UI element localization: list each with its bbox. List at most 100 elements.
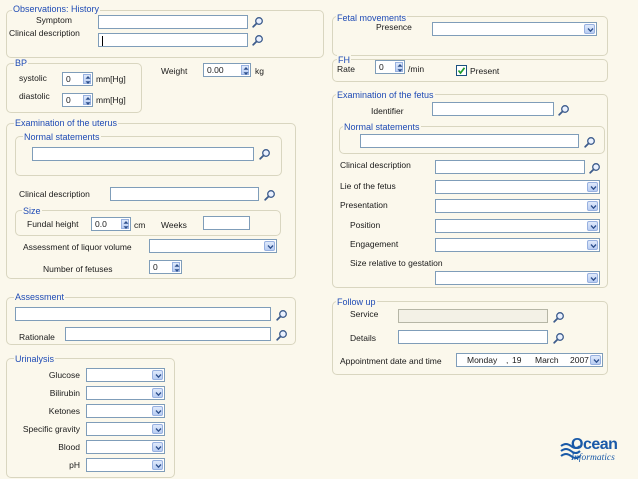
service-input[interactable] — [398, 309, 548, 323]
chevron-down-icon[interactable] — [152, 460, 163, 470]
clinical-description-label: Clinical description — [9, 28, 80, 38]
appointment-datetime-picker[interactable]: Monday , 19 March 2007 — [456, 353, 603, 367]
rate-unit: /min — [408, 64, 425, 74]
liquor-volume-label: Assessment of liquor volume — [23, 242, 132, 252]
symptom-input[interactable] — [98, 15, 248, 29]
details-input[interactable] — [398, 330, 548, 344]
assessment-title: Assessment — [14, 292, 66, 302]
number-of-fetuses-spin-icon[interactable] — [172, 262, 180, 272]
assessment-search-icon[interactable] — [276, 309, 288, 321]
presentation-select[interactable] — [435, 199, 600, 213]
urinalysis-select[interactable] — [86, 386, 165, 400]
uterus-title: Examination of the uterus — [14, 118, 119, 128]
size-relative-select[interactable] — [435, 271, 600, 285]
uterus-clinical-search-icon[interactable] — [264, 189, 276, 201]
fetus-title: Examination of the fetus — [336, 90, 435, 100]
chevron-down-icon[interactable] — [152, 370, 163, 380]
chevron-down-icon[interactable] — [264, 241, 275, 251]
weight-spin-icon[interactable] — [241, 65, 249, 75]
fetus-clinical-input[interactable] — [435, 160, 585, 174]
number-of-fetuses-stepper[interactable]: 0 — [149, 260, 182, 274]
rate-spin-icon[interactable] — [395, 62, 403, 72]
uterus-normal-input[interactable] — [32, 147, 254, 161]
fundal-height-spin-icon[interactable] — [121, 219, 129, 229]
diastolic-unit: mm[Hg] — [96, 95, 126, 105]
urinalysis-select[interactable] — [86, 440, 165, 454]
rationale-input[interactable] — [65, 327, 271, 341]
urinalysis-select[interactable] — [86, 458, 165, 472]
presentation-label: Presentation — [340, 200, 388, 210]
fetus-normal-input[interactable] — [360, 134, 579, 148]
chevron-down-icon[interactable] — [584, 24, 595, 34]
clinical-description-search-icon[interactable] — [252, 34, 264, 46]
clinical-description-input[interactable] — [98, 33, 248, 47]
urinalysis-select[interactable] — [86, 368, 165, 382]
fetus-normal-title: Normal statements — [343, 122, 421, 132]
identifier-input[interactable] — [432, 102, 554, 116]
presence-select[interactable] — [432, 22, 597, 36]
urinalysis-label: pH — [69, 460, 80, 470]
engagement-select[interactable] — [435, 238, 600, 252]
symptom-search-icon[interactable] — [252, 16, 264, 28]
uterus-normal-search-icon[interactable] — [259, 148, 271, 160]
details-label: Details — [350, 333, 376, 343]
systolic-stepper[interactable]: 0 — [62, 72, 93, 86]
calendar-dropdown-icon[interactable] — [590, 355, 601, 365]
details-search-icon[interactable] — [553, 332, 565, 344]
chevron-down-icon[interactable] — [587, 273, 598, 283]
position-select[interactable] — [435, 219, 600, 233]
lie-of-fetus-select[interactable] — [435, 180, 600, 194]
chevron-down-icon[interactable] — [152, 406, 163, 416]
position-label: Position — [350, 220, 381, 230]
urinalysis-label: Bilirubin — [49, 388, 80, 398]
rationale-label: Rationale — [19, 332, 55, 342]
bp-title: BP — [14, 58, 29, 68]
diastolic-spin-icon[interactable] — [83, 95, 91, 105]
fetus-normal-search-icon[interactable] — [584, 136, 596, 148]
ocean-informatics-logo: Ocean Informatics — [559, 437, 631, 467]
chevron-down-icon[interactable] — [587, 201, 598, 211]
weight-stepper[interactable]: 0.00 — [203, 63, 251, 77]
chevron-down-icon[interactable] — [587, 221, 598, 231]
rate-stepper[interactable]: 0 — [375, 60, 405, 74]
diastolic-stepper[interactable]: 0 — [62, 93, 93, 107]
chevron-down-icon[interactable] — [587, 182, 598, 192]
present-label: Present — [470, 66, 500, 76]
chevron-down-icon[interactable] — [152, 442, 163, 452]
appointment-day[interactable]: Monday — [467, 354, 497, 366]
appointment-separator: , — [506, 355, 509, 365]
checkmark-icon — [457, 67, 466, 75]
fundal-height-label: Fundal height — [27, 219, 79, 229]
lie-of-fetus-label: Lie of the fetus — [340, 181, 396, 191]
liquor-volume-select[interactable] — [149, 239, 277, 253]
logo-wordmark: Ocean — [571, 436, 618, 453]
appointment-month[interactable]: March — [535, 354, 559, 366]
service-search-icon[interactable] — [553, 311, 565, 323]
chevron-down-icon[interactable] — [152, 424, 163, 434]
urinalysis-label: Glucose — [48, 370, 80, 380]
observations-history-title: Observations: History — [12, 4, 101, 14]
urinalysis-select[interactable] — [86, 422, 165, 436]
urinalysis-select[interactable] — [86, 404, 165, 418]
urinalysis-label: Specific gravity — [22, 424, 80, 434]
fundal-height-unit: cm — [134, 220, 146, 230]
present-checkbox[interactable] — [456, 65, 467, 76]
fetus-clinical-label: Clinical description — [340, 160, 411, 170]
diastolic-label: diastolic — [19, 91, 50, 101]
fundal-height-stepper[interactable]: 0.0 — [91, 217, 131, 231]
assessment-input[interactable] — [15, 307, 271, 321]
identifier-search-icon[interactable] — [558, 104, 570, 116]
weeks-input[interactable] — [203, 216, 250, 230]
urinalysis-label: Ketones — [48, 406, 80, 416]
weight-unit: kg — [255, 66, 264, 76]
rationale-search-icon[interactable] — [276, 329, 288, 341]
appointment-year[interactable]: 2007 — [570, 354, 589, 366]
followup-title: Follow up — [336, 297, 377, 307]
appointment-date[interactable]: 19 — [512, 354, 521, 366]
presence-label: Presence — [376, 22, 412, 32]
chevron-down-icon[interactable] — [152, 388, 163, 398]
chevron-down-icon[interactable] — [587, 240, 598, 250]
systolic-spin-icon[interactable] — [83, 74, 91, 84]
uterus-clinical-input[interactable] — [110, 187, 259, 201]
fetus-clinical-search-icon[interactable] — [589, 162, 601, 174]
